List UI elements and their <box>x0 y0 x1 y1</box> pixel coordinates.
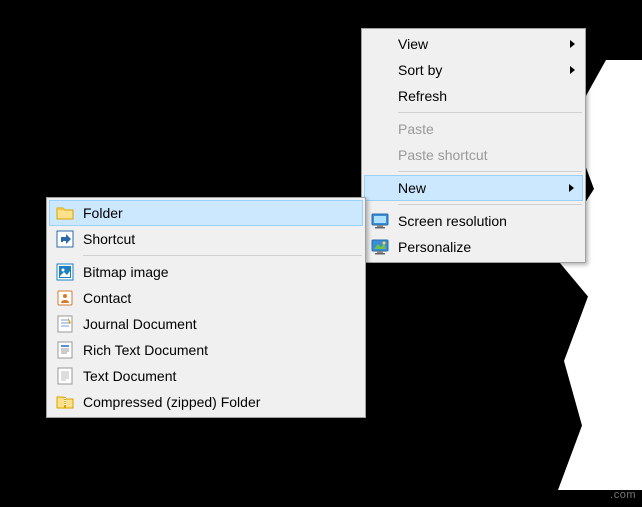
menu-label: Personalize <box>398 239 471 255</box>
text-document-icon <box>53 366 77 386</box>
new-submenu: Folder Shortcut Bitmap image Contact Jou… <box>46 197 366 418</box>
spacer-icon <box>368 60 392 80</box>
menu-item-sortby[interactable]: Sort by <box>364 57 583 83</box>
menu-label: Journal Document <box>83 316 197 332</box>
menu-separator <box>83 255 362 256</box>
menu-label: New <box>398 180 426 196</box>
menu-label: Text Document <box>83 368 176 384</box>
submenu-item-folder[interactable]: Folder <box>49 200 363 226</box>
submenu-arrow-icon <box>570 40 575 48</box>
zip-folder-icon <box>53 392 77 412</box>
submenu-arrow-icon <box>569 184 574 192</box>
submenu-item-journal[interactable]: Journal Document <box>49 311 363 337</box>
personalize-icon <box>368 237 392 257</box>
submenu-item-shortcut[interactable]: Shortcut <box>49 226 363 252</box>
submenu-item-contact[interactable]: Contact <box>49 285 363 311</box>
spacer-icon <box>368 86 392 106</box>
menu-label: Compressed (zipped) Folder <box>83 394 260 410</box>
desktop-context-menu: View Sort by Refresh Paste Paste shortcu… <box>361 28 586 263</box>
menu-label: Sort by <box>398 62 442 78</box>
menu-label: Screen resolution <box>398 213 507 229</box>
submenu-arrow-icon <box>570 66 575 74</box>
menu-label: Rich Text Document <box>83 342 208 358</box>
monitor-icon <box>368 211 392 231</box>
menu-item-personalize[interactable]: Personalize <box>364 234 583 260</box>
menu-item-screen-resolution[interactable]: Screen resolution <box>364 208 583 234</box>
menu-label: Contact <box>83 290 131 306</box>
menu-separator <box>398 204 582 205</box>
menu-label: Folder <box>83 205 123 221</box>
spacer-icon <box>368 145 392 165</box>
menu-item-paste-shortcut: Paste shortcut <box>364 142 583 168</box>
menu-label: Shortcut <box>83 231 135 247</box>
submenu-item-bitmap[interactable]: Bitmap image <box>49 259 363 285</box>
menu-item-paste: Paste <box>364 116 583 142</box>
menu-separator <box>398 112 582 113</box>
submenu-item-zip[interactable]: Compressed (zipped) Folder <box>49 389 363 415</box>
watermark: .com <box>610 489 636 501</box>
menu-label: View <box>398 36 428 52</box>
spacer-icon <box>368 178 392 198</box>
shortcut-icon <box>53 229 77 249</box>
image-icon <box>53 262 77 282</box>
submenu-item-rtf[interactable]: Rich Text Document <box>49 337 363 363</box>
menu-separator <box>398 171 582 172</box>
document-icon <box>53 340 77 360</box>
menu-item-new[interactable]: New <box>364 175 583 201</box>
menu-label: Refresh <box>398 88 447 104</box>
menu-item-refresh[interactable]: Refresh <box>364 83 583 109</box>
menu-label: Paste <box>398 121 434 137</box>
submenu-item-text[interactable]: Text Document <box>49 363 363 389</box>
journal-icon <box>53 314 77 334</box>
spacer-icon <box>368 119 392 139</box>
menu-label: Bitmap image <box>83 264 169 280</box>
menu-item-view[interactable]: View <box>364 31 583 57</box>
contact-icon <box>53 288 77 308</box>
spacer-icon <box>368 34 392 54</box>
menu-label: Paste shortcut <box>398 147 488 163</box>
folder-icon <box>53 203 77 223</box>
